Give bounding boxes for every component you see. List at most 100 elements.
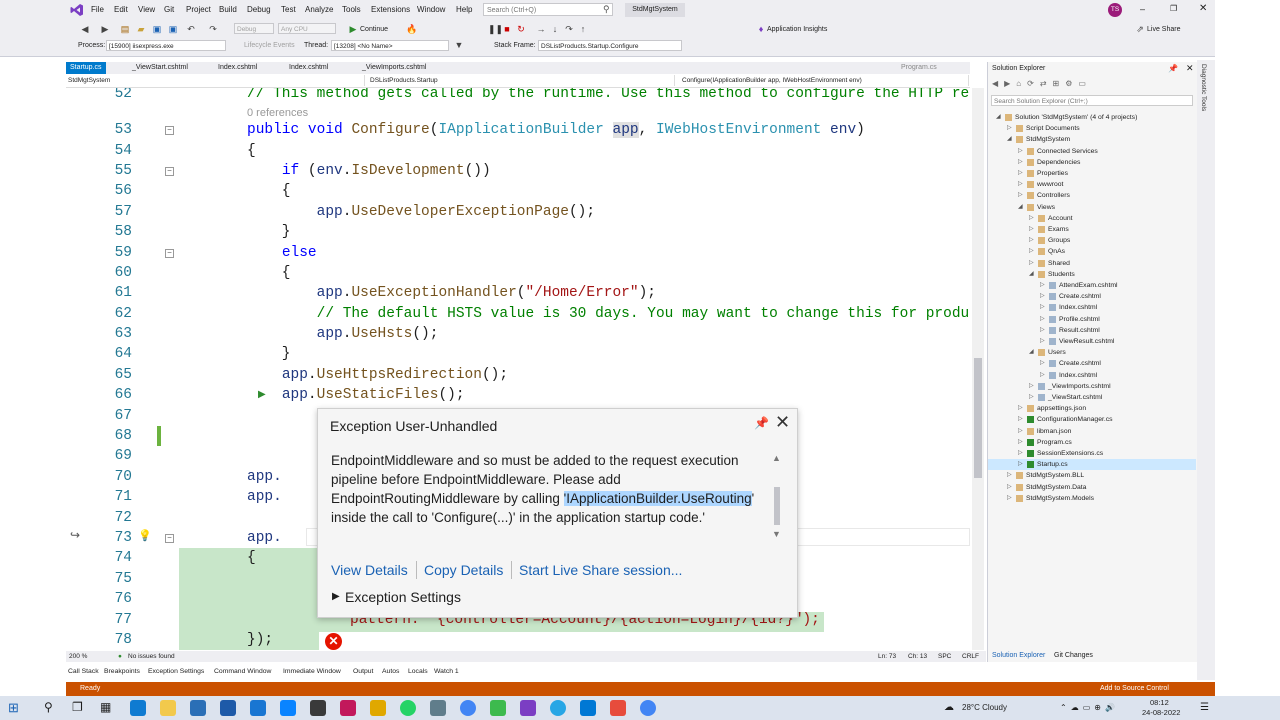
scroll-down-icon[interactable]: ▼ [772, 529, 781, 539]
collapsed-chevron-icon[interactable]: ▷ [1018, 168, 1023, 179]
close-icon[interactable]: ✕ [1199, 3, 1207, 14]
menu-git[interactable]: Git [164, 5, 174, 14]
collapsed-chevron-icon[interactable]: ▷ [1029, 381, 1034, 392]
scrollbar-thumb[interactable] [974, 358, 982, 478]
tab-command-window[interactable]: Command Window [214, 666, 271, 678]
live-share-button[interactable]: Live Share [1147, 26, 1180, 33]
tree-item[interactable]: ◢ Solution 'StdMgtSystem' (4 of 4 project… [988, 112, 1196, 123]
widgets-icon[interactable]: ▦ [100, 700, 111, 714]
expanded-chevron-icon[interactable]: ◢ [1018, 202, 1023, 213]
tree-item[interactable]: ▷ ConfigurationManager.cs [988, 414, 1196, 425]
menu-edit[interactable]: Edit [114, 5, 128, 14]
solution-search-input[interactable]: Search Solution Explorer (Ctrl+;) [991, 95, 1193, 106]
tree-item[interactable]: ▷ SessionExtensions.cs [988, 448, 1196, 459]
collapsed-chevron-icon[interactable]: ▷ [1040, 358, 1045, 369]
collapsed-chevron-icon[interactable]: ▷ [1040, 370, 1045, 381]
collapse-toggle-icon[interactable]: − [165, 249, 174, 258]
message-scrollbar-thumb[interactable] [774, 487, 780, 525]
chrome-icon[interactable] [460, 700, 476, 716]
tree-item[interactable]: ▷ Script Documents [988, 123, 1196, 134]
pause-icon[interactable]: ❚❚ [488, 24, 503, 34]
vscode-icon[interactable] [580, 700, 596, 716]
continue-button[interactable]: Continue [360, 26, 388, 33]
close-icon[interactable]: ✕ [775, 412, 790, 433]
step-over-icon[interactable]: ↷ [564, 24, 574, 34]
stop-icon[interactable]: ■ [502, 24, 512, 34]
collapsed-chevron-icon[interactable]: ▷ [1029, 224, 1034, 235]
tree-item[interactable]: ▷ Groups [988, 235, 1196, 246]
issues-indicator[interactable]: No issues found [128, 651, 175, 662]
tab-solution-explorer[interactable]: Solution Explorer [992, 652, 1045, 659]
tab-git-changes[interactable]: Git Changes [1054, 652, 1093, 659]
tree-item[interactable]: ◢ StdMgtSystem [988, 134, 1196, 145]
tree-item[interactable]: ▷ Index.cshtml [988, 370, 1196, 381]
tree-item[interactable]: ◢ Students [988, 269, 1196, 280]
tree-item[interactable]: ▷ AttendExam.cshtml [988, 280, 1196, 291]
collapsed-chevron-icon[interactable]: ▷ [1040, 336, 1045, 347]
menu-tools[interactable]: Tools [342, 5, 361, 14]
collapse-toggle-icon[interactable]: − [165, 126, 174, 135]
expand-chevron-icon[interactable]: ▶ [332, 591, 340, 602]
zoom-level[interactable]: 200 % [69, 651, 87, 662]
tree-item[interactable]: ▷ Index.cshtml [988, 302, 1196, 313]
search-icon[interactable]: ⚲ [44, 700, 53, 714]
process-combo[interactable]: [15900] iisexpress.exe [106, 40, 226, 51]
filter-icon[interactable]: ▼ [454, 40, 464, 50]
collapsed-chevron-icon[interactable]: ▷ [1018, 190, 1023, 201]
search-icon[interactable]: ⚲ [603, 4, 610, 15]
diagnostic-tools-tab[interactable]: Diagnostic Tools [1200, 64, 1207, 111]
open-folder-icon[interactable]: ▰ [136, 24, 146, 34]
collapsed-chevron-icon[interactable]: ▷ [1007, 482, 1012, 493]
task-view-icon[interactable]: ❐ [72, 700, 83, 714]
tree-item[interactable]: ▷ Program.cs [988, 437, 1196, 448]
stack-frame-combo[interactable]: DSListProducts.Startup.Configure [538, 40, 682, 51]
app-icon[interactable] [610, 700, 626, 716]
notifications-icon[interactable]: ☰ [1200, 702, 1209, 713]
system-tray-icons[interactable]: ⌃☁▭⊕🔊 [1060, 703, 1119, 712]
scroll-up-icon[interactable]: ▲ [772, 453, 781, 463]
view-details-link[interactable]: View Details [331, 562, 408, 578]
menu-window[interactable]: Window [417, 5, 445, 14]
app-icon[interactable] [280, 700, 296, 716]
collapsed-chevron-icon[interactable]: ▷ [1018, 179, 1023, 190]
tree-item[interactable]: ▷ wwwroot [988, 179, 1196, 190]
error-icon[interactable]: ✕ [325, 633, 342, 650]
collapsed-chevron-icon[interactable]: ▷ [1018, 437, 1023, 448]
camera-icon[interactable] [430, 700, 446, 716]
start-icon[interactable]: ⊞ [8, 700, 19, 716]
collapsed-chevron-icon[interactable]: ▷ [1018, 403, 1023, 414]
tree-item[interactable]: ▷ _ViewImports.cshtml [988, 381, 1196, 392]
tree-item[interactable]: ▷ Connected Services [988, 146, 1196, 157]
collapsed-chevron-icon[interactable]: ▷ [1040, 302, 1045, 313]
tab-watch-1[interactable]: Watch 1 [434, 666, 459, 678]
expanded-chevron-icon[interactable]: ◢ [996, 112, 1001, 123]
collapsed-chevron-icon[interactable]: ▷ [1007, 123, 1012, 134]
lightbulb-icon[interactable]: 💡 [138, 529, 152, 542]
app-icon[interactable] [340, 700, 356, 716]
app-icon[interactable] [490, 700, 506, 716]
collapsed-chevron-icon[interactable]: ▷ [1029, 213, 1034, 224]
save-icon[interactable]: ▣ [152, 24, 162, 34]
collapsed-chevron-icon[interactable]: ▷ [1029, 392, 1034, 403]
tab-program-cs[interactable]: Program.cs [901, 62, 937, 74]
new-project-icon[interactable]: ▤ [120, 24, 130, 34]
clock-time[interactable]: 08:12 [1150, 698, 1169, 707]
start-live-share-link[interactable]: Start Live Share session... [519, 562, 682, 578]
collapsed-chevron-icon[interactable]: ▷ [1029, 258, 1034, 269]
tree-item[interactable]: ▷ StdMgtSystem.Models [988, 493, 1196, 504]
chrome-icon[interactable] [640, 700, 656, 716]
weather-text[interactable]: 28°C Cloudy [962, 703, 1007, 712]
tree-item[interactable]: ▷ Controllers [988, 190, 1196, 201]
exception-settings-toggle[interactable]: Exception Settings [345, 589, 461, 605]
tab-viewstart[interactable]: _ViewStart.cshtml [132, 62, 188, 74]
edge-icon[interactable] [130, 700, 146, 716]
tree-item[interactable]: ▷ libman.json [988, 426, 1196, 437]
tree-item[interactable]: ▷ Properties [988, 168, 1196, 179]
mail-icon[interactable] [220, 700, 236, 716]
tree-item[interactable]: ▷ Result.cshtml [988, 325, 1196, 336]
collapsed-chevron-icon[interactable]: ▷ [1018, 146, 1023, 157]
show-next-statement-icon[interactable]: → [536, 24, 546, 34]
project-nav-combo[interactable]: StdMgtSystem [68, 75, 365, 86]
pin-icon[interactable]: 📌 [754, 416, 769, 430]
collapse-toggle-icon[interactable]: − [165, 167, 174, 176]
